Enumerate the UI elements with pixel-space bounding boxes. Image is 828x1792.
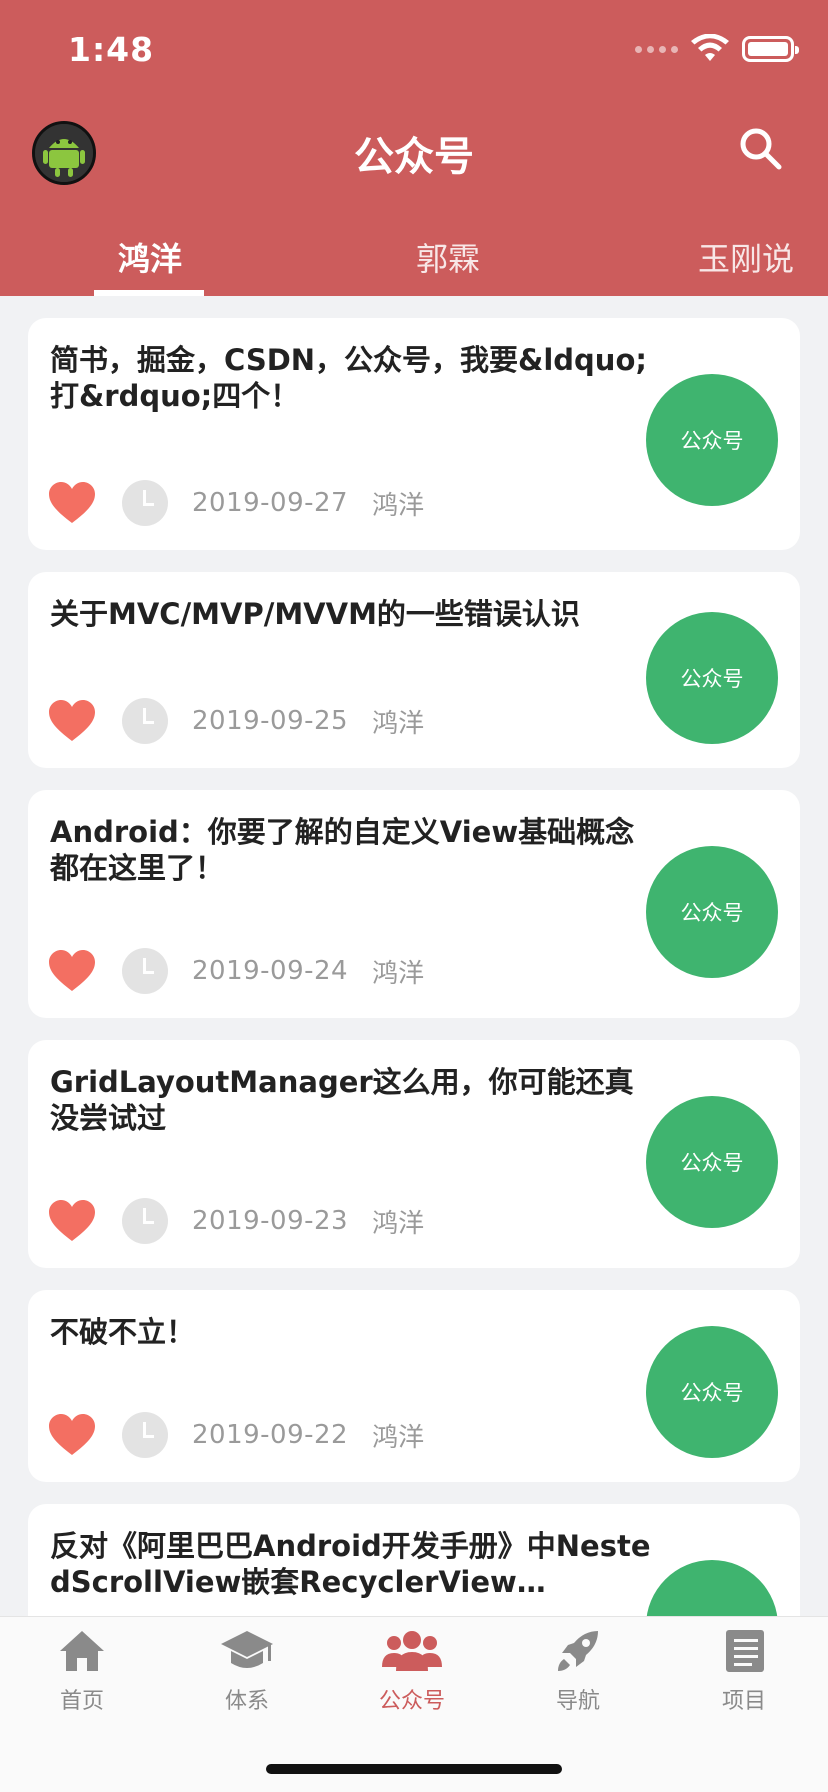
screen: 1:48 公众号 鸿洋 郭霖 玉刚说 简书，掘金，CSDN，公众号，我要&ldq… [0,0,828,1792]
category-badge: 公众号 [646,374,778,506]
nav-item-home[interactable]: 首页 [22,1627,142,1715]
clock-icon [122,698,168,744]
article-card[interactable]: 关于MVC/MVP/MVVM的一些错误认识 2019-09-25 鸿洋 公众号 [28,572,800,768]
article-meta: 2019-09-25 鸿洋 [48,698,424,744]
status-icons [635,34,799,64]
clock-icon [122,1198,168,1244]
article-date: 2019-09-25 [192,706,349,736]
nav-label: 公众号 [378,1689,445,1714]
nav-label: 项目 [721,1689,766,1714]
clock-icon [122,480,168,526]
home-icon [60,1631,104,1671]
article-meta: 2019-09-23 鸿洋 [48,1198,424,1244]
clock-icon [122,1412,168,1458]
heart-icon[interactable] [48,699,96,743]
article-author: 鸿洋 [372,708,425,739]
article-date: 2019-09-27 [192,488,349,518]
article-author: 鸿洋 [372,490,425,521]
article-card[interactable]: GridLayoutManager这么用，你可能还真没尝试过 2019-09-2… [28,1040,800,1268]
article-author: 鸿洋 [372,1208,425,1239]
article-meta: 2019-09-27 鸿洋 [48,480,424,526]
nav-item-navigation[interactable]: 导航 [518,1627,638,1715]
status-time: 1:48 [68,30,155,69]
nav-item-official-accounts[interactable]: 公众号 [352,1627,472,1715]
article-meta: 2019-09-22 鸿洋 [48,1412,424,1458]
heart-icon[interactable] [48,481,96,525]
article-title: 不破不立！ [50,1315,196,1349]
article-card[interactable]: 简书，掘金，CSDN，公众号，我要&ldquo;打&rdquo;四个！ 2019… [28,318,800,550]
article-meta: 2019-09-24 鸿洋 [48,948,424,994]
article-date: 2019-09-22 [192,1420,349,1450]
signal-icon [635,45,678,53]
tab-indicator [94,290,204,296]
document-icon [726,1630,764,1672]
nav-label: 体系 [224,1689,269,1714]
nav-item-system[interactable]: 体系 [187,1627,307,1715]
tab-guolin[interactable]: 郭霖 [416,234,480,280]
heart-icon[interactable] [48,1199,96,1243]
battery-icon [742,36,799,62]
heart-icon[interactable] [48,1413,96,1457]
nav-label: 导航 [555,1689,600,1714]
nav-label: 首页 [59,1689,104,1714]
people-icon [382,1631,442,1671]
wifi-icon [691,34,729,61]
article-title: Android：你要了解的自定义View基础概念都在这里了！ [50,815,635,885]
article-author: 鸿洋 [372,1422,425,1453]
article-title: GridLayoutManager这么用，你可能还真没尝试过 [50,1065,634,1135]
article-date: 2019-09-23 [192,1206,349,1236]
tab-bar: 鸿洋 郭霖 玉刚说 [0,228,828,296]
category-badge: 公众号 [646,1326,778,1458]
article-card[interactable]: Android：你要了解的自定义View基础概念都在这里了！ 2019-09-2… [28,790,800,1018]
article-title: 关于MVC/MVP/MVVM的一些错误认识 [50,597,580,631]
tab-yugangshuo[interactable]: 玉刚说 [698,234,794,280]
rocket-icon [558,1631,598,1671]
home-indicator [266,1764,562,1774]
search-icon[interactable] [736,124,784,172]
page-title: 公众号 [354,134,474,180]
category-badge: 公众号 [646,846,778,978]
clock-icon [122,948,168,994]
category-badge: 公众号 [646,612,778,744]
article-title: 简书，掘金，CSDN，公众号，我要&ldquo;打&rdquo;四个！ [50,343,647,413]
category-badge: 公众号 [646,1096,778,1228]
article-author: 鸿洋 [372,958,425,989]
article-card[interactable]: 不破不立！ 2019-09-22 鸿洋 公众号 [28,1290,800,1482]
tab-hongyang[interactable]: 鸿洋 [118,234,182,280]
graduation-cap-icon [221,1631,273,1668]
nav-item-projects[interactable]: 项目 [684,1627,804,1715]
article-list: 简书，掘金，CSDN，公众号，我要&ldquo;打&rdquo;四个！ 2019… [28,318,800,1726]
heart-icon[interactable] [48,949,96,993]
app-header: 1:48 公众号 鸿洋 郭霖 玉刚说 [0,0,828,296]
article-date: 2019-09-24 [192,956,349,986]
article-title: 反对《阿里巴巴Android开发手册》中NestedScrollView嵌套Re… [50,1529,651,1599]
